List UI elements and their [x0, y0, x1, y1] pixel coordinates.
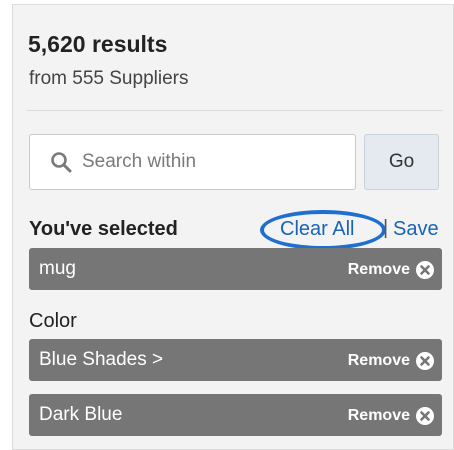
- chip-label: Dark Blue: [39, 404, 123, 425]
- color-chip: Dark Blue Remove: [29, 394, 442, 436]
- results-count: 5,620 results: [28, 31, 168, 57]
- close-circle-icon: [416, 407, 434, 425]
- save-link[interactable]: Save: [393, 218, 439, 241]
- color-chip: Blue Shades > Remove: [29, 339, 442, 381]
- suppliers-count: from 555 Suppliers: [29, 68, 189, 89]
- color-heading: Color: [29, 310, 77, 332]
- link-separator: |: [383, 217, 389, 239]
- remove-label: Remove: [347, 261, 410, 278]
- clear-all-link[interactable]: Clear All: [280, 218, 354, 241]
- divider: [27, 110, 443, 111]
- remove-button[interactable]: Remove: [348, 406, 434, 426]
- remove-label: Remove: [347, 407, 410, 424]
- remove-label: Remove: [347, 352, 410, 369]
- remove-button[interactable]: Remove: [348, 260, 434, 280]
- keyword-chip: mug Remove: [29, 248, 442, 290]
- chip-label: mug: [39, 258, 76, 279]
- close-circle-icon: [416, 352, 434, 370]
- search-icon: [51, 152, 72, 173]
- search-input[interactable]: [82, 147, 342, 177]
- chip-label: Blue Shades >: [39, 349, 164, 370]
- remove-button[interactable]: Remove: [348, 351, 434, 371]
- selected-heading: You've selected: [29, 218, 178, 240]
- close-circle-icon: [416, 261, 434, 279]
- filter-panel: 5,620 results from 555 Suppliers Go You'…: [12, 4, 454, 450]
- search-box[interactable]: [29, 134, 356, 190]
- go-button[interactable]: Go: [364, 134, 439, 190]
